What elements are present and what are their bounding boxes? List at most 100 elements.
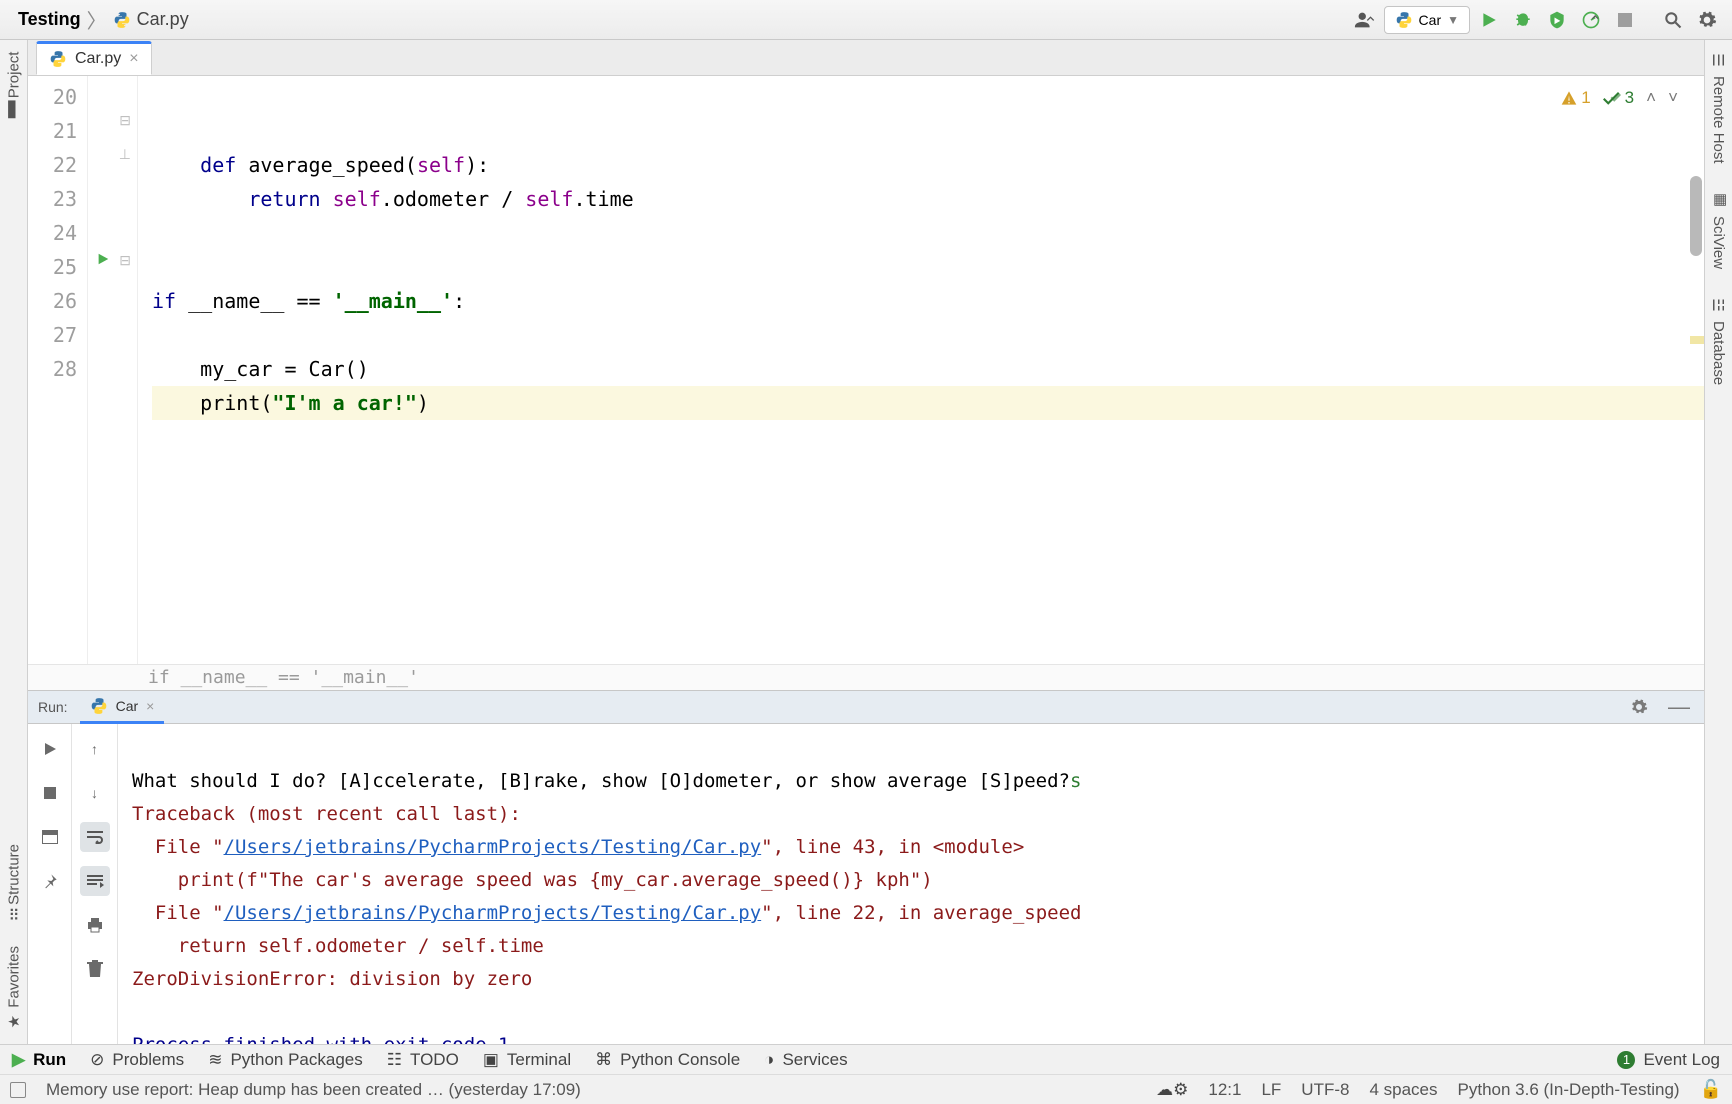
run-config-label: Car bbox=[1419, 12, 1442, 28]
chevron-right-icon: 〉 bbox=[87, 5, 107, 34]
top-navbar: Testing 〉 Car.py Car ▼ bbox=[0, 0, 1732, 40]
bg-tasks-icon[interactable]: ☁⚙ bbox=[1156, 1080, 1188, 1100]
editor-tab-car[interactable]: Car.py × bbox=[36, 41, 152, 75]
lock-icon[interactable]: 🔓 bbox=[1700, 1079, 1722, 1100]
profile-button[interactable] bbox=[1576, 5, 1606, 35]
run-button[interactable] bbox=[1474, 5, 1504, 35]
python-file-icon bbox=[49, 50, 67, 68]
status-panel-icon[interactable] bbox=[10, 1082, 26, 1098]
tool-python-console[interactable]: ⌘ Python Console bbox=[595, 1050, 740, 1070]
editor-tab-bar: Car.py × bbox=[28, 40, 1704, 76]
project-icon: ▋ bbox=[8, 101, 20, 119]
stripe-marker[interactable] bbox=[1690, 336, 1704, 344]
tool-favorites[interactable]: ★ Favorites bbox=[5, 944, 23, 1034]
sciview-icon: ▦ bbox=[1710, 192, 1728, 210]
editor-context-hint: if __name__ == '__main__' bbox=[28, 664, 1704, 690]
up-icon[interactable]: ↑ bbox=[80, 734, 110, 764]
tool-event-log[interactable]: 1 Event Log bbox=[1617, 1050, 1720, 1070]
print-icon[interactable] bbox=[80, 910, 110, 940]
down-icon[interactable]: ↓ bbox=[80, 778, 110, 808]
tool-sciview[interactable]: ▦ SciView bbox=[1710, 190, 1728, 271]
rerun-icon[interactable] bbox=[35, 734, 65, 764]
tool-project[interactable]: ▋ Project bbox=[5, 50, 23, 118]
prev-highlight-icon[interactable]: ˄ bbox=[1646, 88, 1656, 108]
run-tool-body: ↑ ↓ What should I do? [A]ccelerate, [B]r… bbox=[28, 724, 1704, 1044]
database-icon: ☶ bbox=[1710, 297, 1728, 315]
scroll-end-icon[interactable] bbox=[80, 866, 110, 896]
packages-icon: ≋ bbox=[208, 1050, 222, 1070]
chevron-down-icon: ▼ bbox=[1447, 13, 1459, 27]
close-icon[interactable]: × bbox=[129, 50, 138, 68]
breadcrumb-root[interactable]: Testing bbox=[18, 9, 81, 30]
breadcrumb-file-label: Car.py bbox=[137, 9, 189, 30]
status-indent[interactable]: 4 spaces bbox=[1369, 1080, 1437, 1100]
traceback-link[interactable]: /Users/jetbrains/PycharmProjects/Testing… bbox=[224, 902, 762, 924]
python-icon bbox=[90, 697, 108, 715]
tool-run[interactable]: ▶ Run bbox=[12, 1050, 66, 1070]
editor-scrollbar[interactable] bbox=[1690, 176, 1702, 256]
services-icon: ◑ bbox=[764, 1050, 774, 1070]
run-tool-header: Run: Car × — bbox=[28, 690, 1704, 724]
stop-button[interactable] bbox=[1610, 5, 1640, 35]
console-output[interactable]: What should I do? [A]ccelerate, [B]rake,… bbox=[118, 724, 1704, 1044]
add-user-icon[interactable] bbox=[1350, 5, 1380, 35]
stop-icon[interactable] bbox=[35, 778, 65, 808]
terminal-icon: ▣ bbox=[483, 1050, 499, 1070]
problems-icon: ⊘ bbox=[90, 1050, 104, 1070]
status-caret-pos[interactable]: 12:1 bbox=[1208, 1080, 1241, 1100]
bottom-tool-strip: ▶ Run ⊘ Problems ≋ Python Packages ☷ TOD… bbox=[0, 1044, 1732, 1074]
fold-icon[interactable]: ⊟ bbox=[119, 112, 131, 129]
traceback-link[interactable]: /Users/jetbrains/PycharmProjects/Testing… bbox=[224, 836, 762, 858]
settings-icon[interactable] bbox=[1692, 5, 1722, 35]
tool-structure[interactable]: ⠿ Structure bbox=[5, 842, 23, 924]
search-icon[interactable] bbox=[1658, 5, 1688, 35]
breadcrumb: Testing 〉 Car.py bbox=[18, 5, 189, 34]
run-config-selector[interactable]: Car ▼ bbox=[1384, 6, 1470, 34]
status-sdk[interactable]: Python 3.6 (In-Depth-Testing) bbox=[1458, 1080, 1680, 1100]
status-encoding[interactable]: UTF-8 bbox=[1301, 1080, 1349, 1100]
close-icon[interactable]: × bbox=[146, 698, 154, 714]
tool-services[interactable]: ◑ Services bbox=[764, 1050, 847, 1070]
status-line-sep[interactable]: LF bbox=[1261, 1080, 1281, 1100]
run-icon: ▶ bbox=[12, 1050, 25, 1070]
structure-icon: ⠿ bbox=[8, 908, 19, 926]
inspection-indicators[interactable]: 1 3 ˄ ˅ bbox=[1557, 86, 1682, 110]
status-bar: Memory use report: Heap dump has been cr… bbox=[0, 1074, 1732, 1104]
soft-wrap-icon[interactable] bbox=[80, 822, 110, 852]
ok-indicator[interactable]: 3 bbox=[1603, 88, 1634, 108]
tool-remote-host[interactable]: ☰ Remote Host bbox=[1710, 50, 1728, 166]
python-console-icon: ⌘ bbox=[595, 1050, 612, 1070]
hide-tool-icon[interactable]: — bbox=[1664, 698, 1694, 716]
debug-button[interactable] bbox=[1508, 5, 1538, 35]
left-tool-strip: ▋ Project ⠿ Structure ★ Favorites bbox=[0, 40, 28, 1044]
status-message: Memory use report: Heap dump has been cr… bbox=[46, 1080, 581, 1100]
run-tool-title: Run: bbox=[38, 699, 68, 715]
remote-icon: ☰ bbox=[1710, 52, 1728, 70]
fold-end-icon[interactable]: ⊥ bbox=[119, 146, 131, 163]
tool-python-packages[interactable]: ≋ Python Packages bbox=[208, 1050, 363, 1070]
tool-settings-icon[interactable] bbox=[1626, 694, 1652, 720]
python-file-icon bbox=[113, 11, 131, 29]
run-actions-col2: ↑ ↓ bbox=[72, 724, 118, 1044]
fold-icon[interactable]: ⊟ bbox=[119, 252, 131, 269]
code-area[interactable]: def average_speed(self): return self.odo… bbox=[138, 76, 1704, 664]
layout-icon[interactable] bbox=[35, 822, 65, 852]
line-number-gutter: 20 21 22 23 24 25 26 27 28 bbox=[28, 76, 88, 664]
tool-terminal[interactable]: ▣ Terminal bbox=[483, 1050, 571, 1070]
editor-tab-label: Car.py bbox=[75, 50, 121, 68]
breadcrumb-file[interactable]: Car.py bbox=[113, 9, 189, 30]
editor[interactable]: 20 21 22 23 24 25 26 27 28 ⊟ ⊥ ⊟ def ave… bbox=[28, 76, 1704, 664]
tool-database[interactable]: ☶ Database bbox=[1710, 295, 1728, 387]
tool-todo[interactable]: ☷ TODO bbox=[387, 1050, 459, 1070]
pin-icon[interactable] bbox=[35, 866, 65, 896]
run-coverage-button[interactable] bbox=[1542, 5, 1572, 35]
run-tab-car[interactable]: Car × bbox=[80, 690, 165, 724]
todo-icon: ☷ bbox=[387, 1050, 402, 1070]
tool-problems[interactable]: ⊘ Problems bbox=[90, 1050, 184, 1070]
run-gutter-icon[interactable] bbox=[96, 252, 110, 266]
trash-icon[interactable] bbox=[80, 954, 110, 984]
warnings-indicator[interactable]: 1 bbox=[1561, 88, 1590, 108]
run-actions-col1 bbox=[28, 724, 72, 1044]
next-highlight-icon[interactable]: ˅ bbox=[1668, 88, 1678, 108]
right-tool-strip: ☰ Remote Host ▦ SciView ☶ Database bbox=[1704, 40, 1732, 1044]
